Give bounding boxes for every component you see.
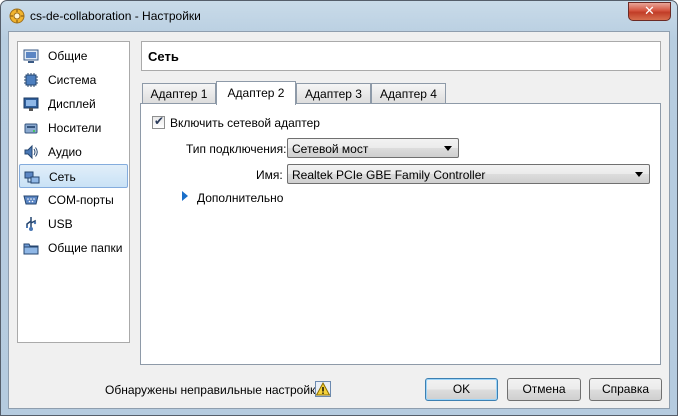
adapter-name-label: Имя: bbox=[256, 168, 283, 182]
adapter-name-select[interactable]: Realtek PCIe GBE Family Controller bbox=[287, 164, 650, 184]
general-settings-icon bbox=[23, 49, 39, 63]
chevron-down-icon bbox=[444, 146, 452, 151]
sidebar-item-audio[interactable]: Аудио bbox=[19, 140, 128, 164]
status-warning-text: Обнаружены неправильные настройки bbox=[105, 383, 323, 397]
sidebar-item-label: Общие bbox=[48, 49, 88, 63]
sidebar-item-network[interactable]: Сеть bbox=[19, 164, 128, 188]
enable-adapter-label[interactable]: Включить сетевой адаптер bbox=[170, 116, 320, 130]
chevron-down-icon bbox=[635, 172, 643, 177]
sidebar-item-serial-ports[interactable]: COM-порты bbox=[19, 188, 128, 212]
sidebar-item-label: Сеть bbox=[49, 170, 76, 184]
audio-speaker-icon bbox=[24, 144, 38, 160]
ok-button[interactable]: OK bbox=[425, 378, 498, 401]
title-bar[interactable]: cs-de-collaboration - Настройки ✕ bbox=[1, 1, 677, 31]
sidebar-item-label: Общие папки bbox=[48, 241, 123, 255]
adapter-name-value: Realtek PCIe GBE Family Controller bbox=[292, 168, 486, 182]
sidebar-item-general[interactable]: Общие bbox=[19, 44, 128, 68]
page-header: Сеть bbox=[141, 41, 661, 71]
checkmark-icon: ✔ bbox=[154, 114, 165, 128]
tab-adapter-4[interactable]: Адаптер 4 bbox=[371, 83, 446, 104]
cancel-button[interactable]: Отмена bbox=[507, 378, 581, 401]
system-chip-icon bbox=[24, 73, 38, 87]
warning-icon[interactable] bbox=[315, 381, 331, 397]
close-button[interactable]: ✕ bbox=[628, 2, 671, 21]
network-icon bbox=[24, 171, 40, 184]
sidebar-item-label: Аудио bbox=[48, 145, 82, 159]
sidebar-item-usb[interactable]: USB bbox=[19, 212, 128, 236]
close-icon: ✕ bbox=[644, 4, 655, 19]
sidebar-item-label: Дисплей bbox=[48, 97, 96, 111]
help-button[interactable]: Справка bbox=[589, 378, 662, 401]
settings-sidebar: Общие Система Дисплей Носители Аудио Сет… bbox=[17, 41, 130, 343]
tab-adapter-2[interactable]: Адаптер 2 bbox=[216, 81, 296, 105]
sidebar-item-storage[interactable]: Носители bbox=[19, 116, 128, 140]
advanced-toggle[interactable]: Дополнительно bbox=[197, 191, 283, 205]
usb-icon bbox=[26, 217, 37, 231]
window-title: cs-de-collaboration - Настройки bbox=[30, 9, 201, 23]
adapter-panel: ✔ Включить сетевой адаптер Тип подключен… bbox=[140, 103, 661, 365]
page-title: Сеть bbox=[148, 49, 179, 64]
sidebar-item-shared-folders[interactable]: Общие папки bbox=[19, 236, 128, 260]
sidebar-item-label: USB bbox=[48, 217, 73, 231]
serial-port-icon bbox=[23, 195, 39, 205]
sidebar-item-label: Система bbox=[48, 73, 97, 87]
display-monitor-icon bbox=[23, 97, 39, 111]
storage-disk-icon bbox=[24, 123, 38, 134]
enable-adapter-checkbox[interactable]: ✔ bbox=[152, 114, 165, 129]
virtualbox-app-icon bbox=[9, 8, 25, 24]
tab-adapter-1[interactable]: Адаптер 1 bbox=[142, 83, 216, 104]
expand-arrow-icon[interactable] bbox=[182, 191, 188, 201]
attachment-type-label: Тип подключения: bbox=[186, 142, 287, 156]
sidebar-item-system[interactable]: Система bbox=[19, 68, 128, 92]
attachment-type-select[interactable]: Сетевой мост bbox=[287, 138, 459, 158]
tab-adapter-3[interactable]: Адаптер 3 bbox=[296, 83, 371, 104]
attachment-type-value: Сетевой мост bbox=[292, 142, 369, 156]
shared-folder-icon bbox=[23, 243, 39, 255]
sidebar-item-display[interactable]: Дисплей bbox=[19, 92, 128, 116]
sidebar-item-label: Носители bbox=[48, 121, 102, 135]
sidebar-item-label: COM-порты bbox=[48, 193, 114, 207]
settings-window: cs-de-collaboration - Настройки ✕ Общие … bbox=[0, 0, 678, 416]
dialog-client-area: Общие Система Дисплей Носители Аудио Сет… bbox=[8, 31, 670, 409]
